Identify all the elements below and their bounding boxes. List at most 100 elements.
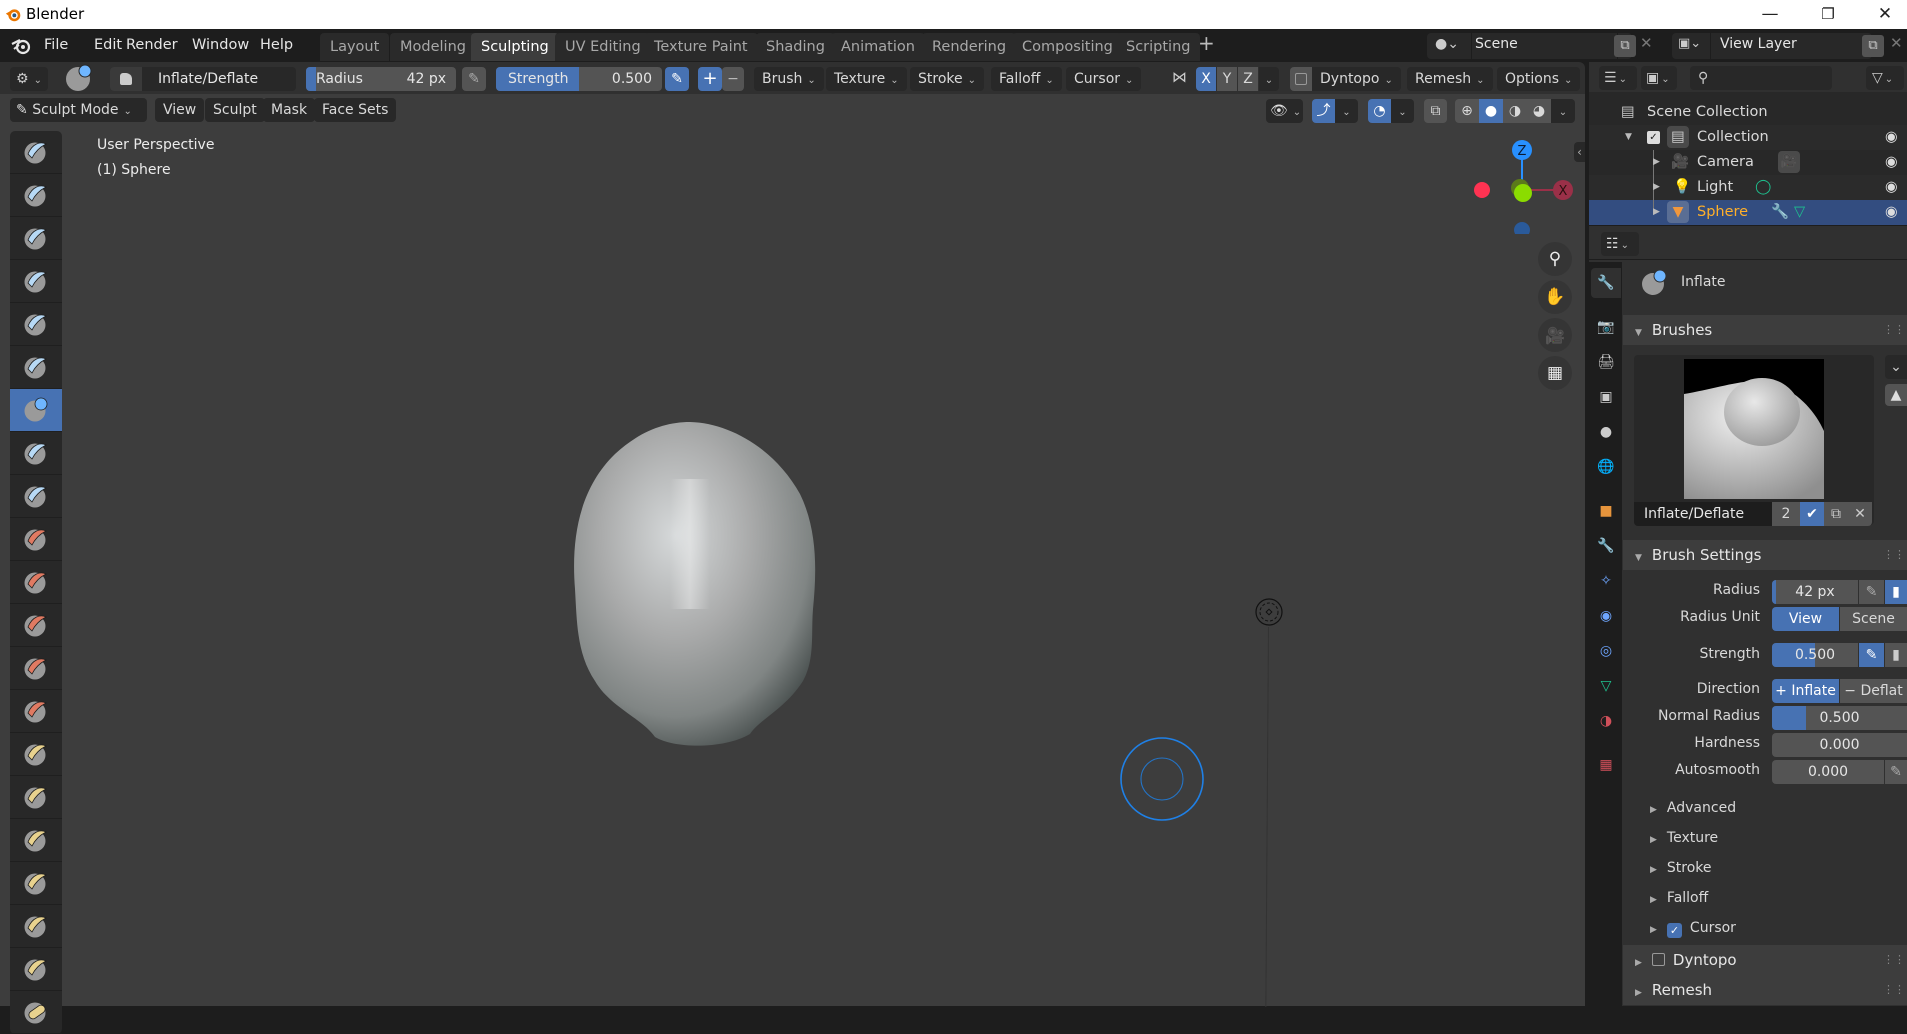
tool-clay-strips[interactable] [10, 260, 62, 303]
view-layer-tab[interactable]: ▣ [1591, 382, 1621, 412]
tool-scrape[interactable] [10, 647, 62, 690]
unlink-brush-button[interactable]: ✕ [1848, 502, 1872, 526]
autosmooth-field[interactable]: 0.000 [1772, 760, 1884, 784]
sidebar-toggle-button[interactable]: ‹ [1574, 142, 1585, 162]
subpanel-advanced[interactable]: ▶ Advanced [1650, 800, 1736, 816]
shading-wireframe[interactable]: ⊕ [1455, 99, 1479, 123]
new-scene-button[interactable]: ⧉ [1614, 35, 1636, 57]
overlays-dropdown[interactable]: ⌄ [1391, 99, 1414, 123]
outliner-row-scene-collection[interactable]: ▤ Scene Collection [1589, 100, 1907, 125]
light-data-icon[interactable]: ◯ [1755, 175, 1771, 200]
panel-remesh-header[interactable]: ▶ Remesh ⋮⋮ [1623, 975, 1907, 1005]
3d-viewport[interactable]: X Z ‹ ⚲ ✋ 🎥 ▦ User Perspective (1) Spher… [0, 94, 1585, 1007]
falloff-menu[interactable]: Falloff ⌄ [991, 67, 1062, 91]
tab-layout[interactable]: Layout [320, 33, 390, 61]
close-window-button[interactable]: ✕ [1862, 2, 1907, 26]
drag-handle-icon[interactable]: ⋮⋮ [1883, 975, 1905, 1005]
brush-icon-button[interactable]: ▲ [1885, 384, 1907, 406]
display-mode-dropdown[interactable]: ▣ ⌄ [1641, 66, 1677, 90]
tool-blob[interactable] [10, 432, 62, 475]
delete-view-layer-button[interactable]: ✕ [1890, 34, 1903, 52]
dyntopo-menu[interactable]: Dyntopo ⌄ [1312, 67, 1401, 91]
active-brush-icon[interactable] [65, 63, 95, 93]
tab-sculpting[interactable]: Sculpting [471, 33, 559, 61]
drag-handle-icon[interactable]: ⋮⋮ [1883, 540, 1905, 570]
menu-mask[interactable]: Mask [263, 98, 316, 122]
pan-view-button[interactable]: ✋ [1538, 280, 1572, 314]
normal-radius-field[interactable]: 0.500 [1772, 706, 1907, 730]
texture-menu[interactable]: Texture ⌄ [826, 67, 907, 91]
tool-multi-plane-scrape[interactable] [10, 690, 62, 733]
hardness-field[interactable]: 0.000 [1772, 733, 1907, 757]
drag-handle-icon[interactable]: ⋮⋮ [1883, 945, 1905, 975]
gizmo-dropdown[interactable]: ⌄ [1335, 99, 1358, 123]
filter-dropdown[interactable]: ▽ ⌄ [1866, 66, 1904, 90]
subpanel-texture[interactable]: ▶ Texture [1650, 830, 1718, 846]
symmetry-z-toggle[interactable]: Z [1238, 67, 1258, 91]
sculpt-mesh-sphere[interactable] [555, 419, 825, 749]
cursor-checkbox[interactable]: ✓ [1666, 923, 1682, 938]
maximize-button[interactable]: ❐ [1805, 2, 1851, 26]
blender-menu-icon[interactable] [11, 37, 31, 55]
brush-name-field[interactable]: Inflate/Deflate [1634, 502, 1772, 526]
autosmooth-pressure-toggle[interactable]: ✎ [1885, 760, 1907, 784]
delete-scene-button[interactable]: ✕ [1640, 34, 1653, 52]
radius-pressure-toggle[interactable]: ✎ [1859, 580, 1884, 604]
brush-selector[interactable]: Inflate/Deflate [110, 67, 296, 91]
expand-triangle-icon[interactable]: ▶ [1653, 200, 1660, 225]
tool-pinch[interactable] [10, 733, 62, 776]
tool-thumb[interactable] [10, 905, 62, 948]
tool-crease[interactable] [10, 475, 62, 518]
menu-view[interactable]: View [155, 98, 205, 122]
tab-texture-paint[interactable]: Texture Paint [644, 33, 758, 61]
radius-unit-view[interactable]: View [1772, 607, 1839, 631]
brush-preview-box[interactable]: Inflate/Deflate 2 ✔ ⧉ ✕ [1634, 355, 1874, 526]
remesh-menu[interactable]: Remesh ⌄ [1407, 67, 1493, 91]
properties-editor-type[interactable]: ☷ ⌄ [1601, 232, 1639, 256]
3d-cursor-icon[interactable] [1253, 596, 1285, 628]
fake-user-toggle[interactable]: ✔ [1800, 502, 1824, 526]
menu-face-sets[interactable]: Face Sets [314, 98, 397, 122]
tool-line-project[interactable] [10, 991, 62, 1034]
render-tab[interactable]: 📷 [1591, 312, 1621, 342]
tool-fill[interactable] [10, 604, 62, 647]
constraints-tab[interactable]: ◎ [1591, 636, 1621, 666]
scene-tab[interactable]: ● [1591, 417, 1621, 447]
menu-help[interactable]: Help [252, 29, 301, 62]
visibility-dropdown[interactable]: 👁 ⌄ [1266, 99, 1303, 123]
tool-tab[interactable]: 🔧 [1591, 268, 1621, 298]
view-layer-selector[interactable]: ▣⌄ View Layer [1672, 33, 1872, 59]
symmetry-y-toggle[interactable]: Y [1217, 67, 1237, 91]
scene-selector[interactable]: ●⌄ Scene [1427, 33, 1632, 59]
strength-unified-toggle[interactable]: ▮ [1885, 643, 1907, 667]
toggle-ortho-button[interactable]: ▦ [1538, 356, 1572, 390]
mesh-data-icon[interactable]: ▽ [1794, 200, 1805, 225]
output-tab[interactable]: 🖨 [1591, 347, 1621, 377]
radius-field[interactable]: 42 px [1772, 580, 1858, 604]
strength-pressure-toggle[interactable]: ✎ [1859, 643, 1884, 667]
tab-animation[interactable]: Animation [831, 33, 925, 61]
subpanel-cursor[interactable]: ▶ ✓ Cursor [1650, 920, 1736, 938]
panel-dyntopo-header[interactable]: ▶ Dyntopo ⋮⋮ [1623, 945, 1907, 975]
drag-handle-icon[interactable]: ⋮⋮ [1883, 315, 1905, 345]
panel-brushes-header[interactable]: ▼ Brushes ⋮⋮ [1623, 315, 1907, 345]
radius-unified-toggle[interactable]: ▮ [1885, 580, 1907, 604]
object-tab[interactable]: ■ [1591, 496, 1621, 526]
modifier-wrench-icon[interactable]: 🔧 [1771, 200, 1789, 225]
symmetry-options-dropdown[interactable]: ⌄ [1259, 67, 1279, 91]
tab-shading[interactable]: Shading [756, 33, 835, 61]
tool-draw[interactable] [10, 131, 62, 174]
physics-tab[interactable]: ◉ [1591, 601, 1621, 631]
dyntopo-checkbox[interactable] [1651, 953, 1665, 966]
material-tab[interactable]: ◑ [1591, 706, 1621, 736]
expand-triangle-icon[interactable]: ▶ [1653, 150, 1660, 175]
brush-menu[interactable]: Brush ⌄ [754, 67, 824, 91]
tool-clay-thumb[interactable] [10, 303, 62, 346]
tab-uv-editing[interactable]: UV Editing [555, 33, 651, 61]
direction-add-button[interactable]: + [698, 67, 722, 91]
shading-solid[interactable]: ● [1479, 99, 1503, 123]
modifiers-tab[interactable]: 🔧 [1591, 531, 1621, 561]
radius-unit-scene[interactable]: Scene [1840, 607, 1907, 631]
menu-sculpt[interactable]: Sculpt [205, 98, 265, 122]
collection-checkbox[interactable]: ✓ [1647, 131, 1660, 144]
